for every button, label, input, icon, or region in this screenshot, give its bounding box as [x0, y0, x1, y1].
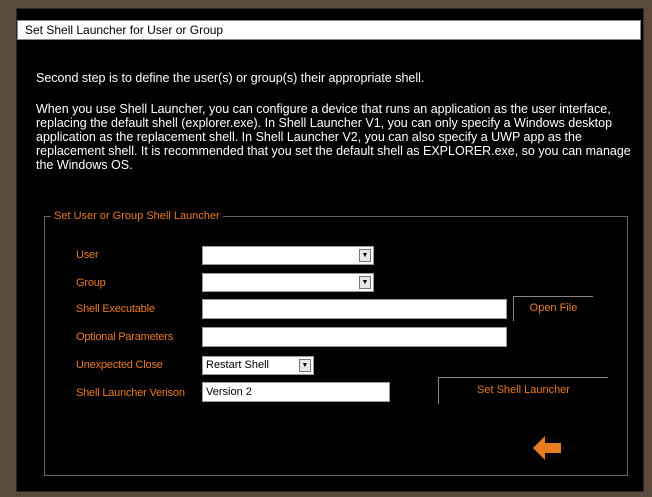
shell-launcher-description: When you use Shell Launcher, you can con… [36, 102, 631, 172]
arrow-left-icon[interactable] [531, 432, 563, 464]
shell-launcher-window: Set Shell Launcher for User or Group Sec… [16, 8, 644, 492]
step-instruction: Second step is to define the user(s) or … [36, 71, 425, 85]
group-dropdown[interactable]: ▼ [202, 273, 374, 292]
group-label: Group [76, 277, 106, 289]
chevron-down-icon[interactable]: ▼ [359, 249, 371, 262]
chevron-down-icon[interactable]: ▼ [359, 276, 371, 289]
optional-parameters-input[interactable] [202, 327, 507, 347]
shell-launcher-version-label: Shell Launcher Verison [76, 387, 185, 399]
open-file-button[interactable]: Open File [513, 296, 593, 321]
optional-parameters-label: Optional Parameters [76, 331, 174, 343]
shell-executable-input[interactable] [202, 299, 507, 319]
window-title: Set Shell Launcher for User or Group [17, 20, 641, 40]
unexpected-close-value: Restart Shell [206, 359, 269, 371]
unexpected-close-label: Unexpected Close [76, 359, 163, 371]
set-shell-launcher-button[interactable]: Set Shell Launcher [438, 377, 608, 404]
shell-executable-label: Shell Executable [76, 303, 155, 315]
shell-launcher-version-input[interactable]: Version 2 [202, 382, 390, 402]
unexpected-close-dropdown[interactable]: Restart Shell ▼ [202, 356, 314, 375]
user-label: User [76, 249, 99, 261]
groupbox-legend: Set User or Group Shell Launcher [51, 210, 223, 222]
chevron-down-icon[interactable]: ▼ [299, 359, 311, 372]
user-dropdown[interactable]: ▼ [202, 246, 374, 265]
